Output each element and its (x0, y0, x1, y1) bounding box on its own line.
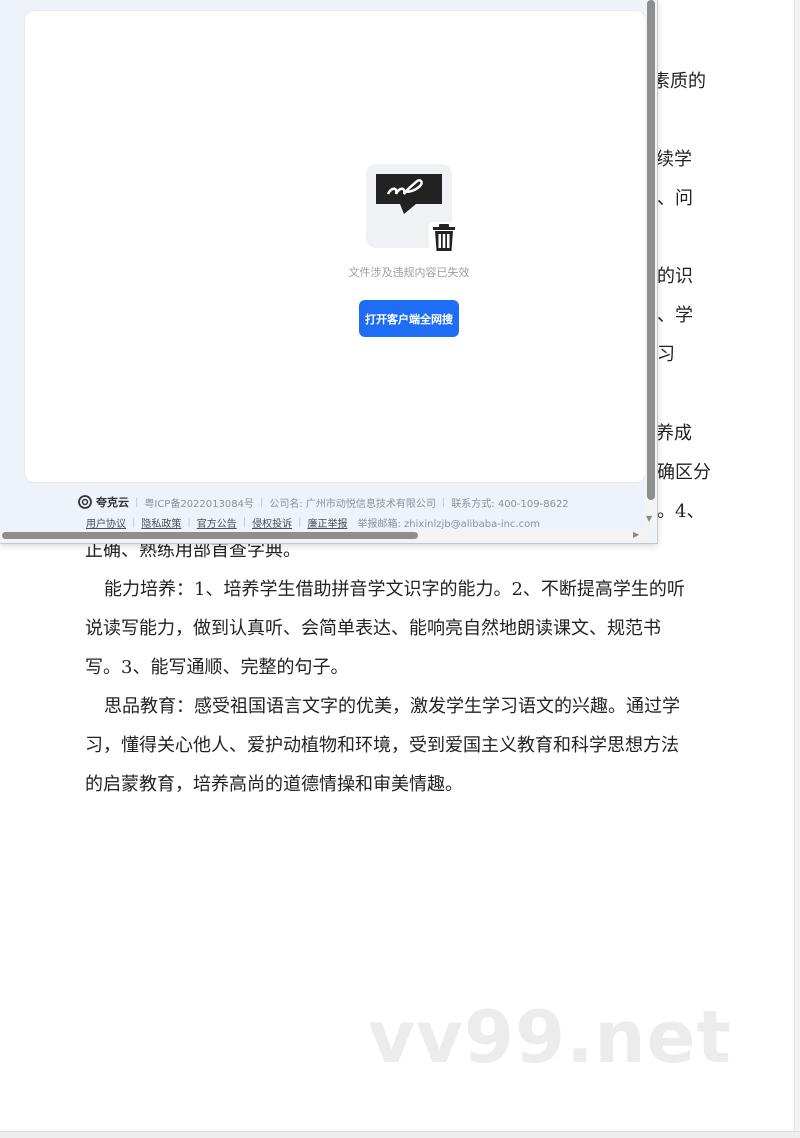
doc-line: 说读写能力，做到认真听、会简单表达、能响亮自然地朗读课文、规范书 (85, 618, 661, 639)
doc-line: 的启蒙教育，培养高尚的道德情操和审美情趣。 (85, 774, 463, 795)
doc-partial-line: 、学 (657, 305, 693, 326)
vertical-scroll-thumb[interactable] (647, 0, 655, 500)
content-card (24, 10, 646, 483)
error-message: 文件涉及违规内容已失效 (348, 266, 470, 279)
footer-links-row: 用户协议 | 隐私政策 | 官方公告 | 侵权投诉 | 廉正举报 举报邮箱: z… (86, 515, 541, 530)
doc-partial-line: 养成 (656, 423, 692, 444)
horizontal-scroll-thumb[interactable] (2, 532, 418, 539)
footer-info-row: 夸克云 | 粤ICP备2022013084号 | 公司名: 广州市动悦信息技术有… (77, 494, 569, 510)
share-popup: 文件涉及违规内容已失效 打开客户端全网搜 夸克云 | 粤ICP备20220130… (0, 0, 658, 544)
open-client-button[interactable]: 打开客户端全网搜 (359, 300, 459, 337)
doc-partial-line: 、问 (657, 188, 693, 209)
brand-name: 夸克云 (96, 496, 129, 509)
doc-partial-line: 的识 (657, 266, 693, 287)
contact-info: 联系方式: 400-109-8622 (451, 498, 569, 510)
doc-partial-line: 。4、 (657, 501, 705, 522)
doc-partial-line: 续学 (656, 149, 692, 170)
watermark: vv99.net (368, 995, 732, 1079)
doc-partial-line: 素质的 (652, 71, 706, 92)
footer-link-report[interactable]: 廉正举报 (308, 515, 348, 530)
footer-link-privacy[interactable]: 隐私政策 (141, 515, 181, 530)
footer-link-announcement[interactable]: 官方公告 (197, 515, 237, 530)
footer-link-infringement[interactable]: 侵权投诉 (252, 515, 292, 530)
doc-line: 能力培养：1、培养学生借助拼音学文识字的能力。2、不断提高学生的听 (104, 579, 685, 600)
doc-line: 写。3、能写通顺、完整的句子。 (85, 657, 349, 678)
doc-partial-line: 习 (657, 344, 675, 365)
cloud-logo-icon (78, 495, 92, 509)
page-edge-right (794, 0, 800, 1137)
footer-link-user-agreement[interactable]: 用户协议 (86, 515, 126, 530)
doc-line: 思品教育：感受祖国语言文字的优美，激发学生学习语文的兴趣。通过学 (104, 696, 680, 717)
icp-number: 粤ICP备2022013084号 (144, 498, 254, 510)
company-name: 公司名: 广州市动悦信息技术有限公司 (269, 498, 436, 510)
doc-line: 习，懂得关心他人、爱护动植物和环境，受到爱国主义教育和科学思想方法 (85, 735, 679, 756)
brand-logo: 夸克云 (77, 494, 129, 510)
scroll-right-arrow-icon[interactable]: ▶ (633, 530, 639, 539)
trash-icon (428, 218, 460, 256)
scroll-down-arrow-icon[interactable]: ▼ (646, 514, 652, 523)
doc-partial-line: 确区分 (657, 462, 711, 483)
report-email: 举报邮箱: zhixinlzjb@alibaba-inc.com (357, 519, 541, 530)
